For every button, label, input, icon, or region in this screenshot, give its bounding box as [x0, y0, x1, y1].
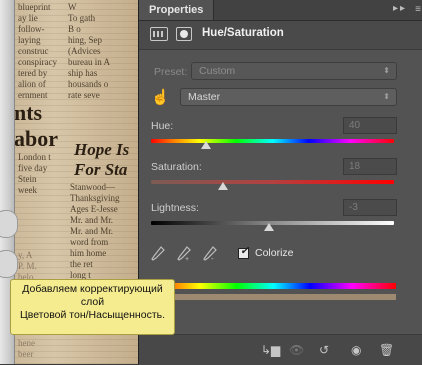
channel-value: Master	[188, 91, 221, 103]
preset-value: Custom	[199, 65, 236, 77]
saturation-input[interactable]: 18	[343, 158, 397, 175]
newspaper-text-column: Stanwood— Thanksgiving Ages E-Jesse Mr. …	[70, 182, 120, 291]
checkmark-icon: ✓	[240, 245, 250, 257]
newspaper-text-column: London t five day Stein week	[18, 152, 51, 195]
newspaper-text-column: blueprint ay lie follow- laying construc…	[18, 2, 57, 100]
preset-label: Preset:	[154, 66, 188, 78]
tab-properties[interactable]: Properties	[139, 0, 215, 20]
layer-mask-icon[interactable]	[176, 27, 192, 41]
eyedropper-plus-icon[interactable]: +	[177, 246, 191, 262]
canvas-edge-knob	[0, 210, 18, 238]
chevron-updown-icon: ⬍	[383, 92, 390, 101]
saturation-slider-thumb[interactable]	[218, 182, 228, 190]
adjustment-layer-icon	[150, 27, 168, 41]
panel-titlebar: Properties ▸▸ ≡	[139, 0, 422, 21]
hue-slider-track[interactable]	[151, 139, 394, 143]
canvas-edge-knob	[0, 250, 18, 278]
svg-text:+: +	[185, 256, 189, 262]
tooltip-line: Добавляем корректирующий	[22, 283, 163, 295]
channel-select[interactable]: Master ⬍	[180, 88, 397, 106]
newspaper-text-column: W To gath B o hing, Sep (Advices bureau …	[68, 2, 110, 100]
lightness-slider-thumb[interactable]	[264, 223, 274, 231]
trash-icon[interactable]: 🗑︎	[379, 343, 394, 357]
newspaper-headline: abor	[14, 126, 58, 151]
svg-text:-: -	[211, 254, 214, 262]
panel-footer: ↳▆ 👁︎ ↺ ◉ 🗑︎	[139, 334, 422, 365]
view-previous-state-icon[interactable]: 👁︎	[289, 343, 304, 357]
saturation-slider-track[interactable]	[151, 180, 394, 184]
eyedropper-minus-icon[interactable]: -	[203, 246, 217, 262]
colorize-label: Colorize	[255, 247, 294, 259]
saturation-label: Saturation:	[151, 161, 202, 173]
collapse-icon[interactable]: ▸▸	[393, 3, 407, 14]
tooltip-line: слой	[80, 296, 105, 308]
hue-slider-thumb[interactable]	[201, 141, 211, 149]
adjusted-spectrum-bar	[151, 294, 396, 300]
clip-to-layer-icon[interactable]: ↳▆	[261, 343, 280, 357]
newspaper-headline: nts	[14, 100, 43, 125]
hue-input[interactable]: 40	[343, 117, 397, 134]
panel-menu-icon[interactable]: ≡	[415, 4, 421, 15]
hue-spectrum-bar	[151, 283, 396, 289]
lightness-input[interactable]: -3	[343, 199, 397, 216]
adjustment-header: Hue/Saturation	[139, 21, 422, 50]
newspaper-headline: Hope Is	[74, 140, 130, 159]
visibility-eye-icon[interactable]: ◉	[351, 343, 361, 357]
properties-panel: Properties ▸▸ ≡ Hue/Saturation Preset: C…	[138, 0, 422, 365]
lightness-label: Lightness:	[151, 202, 199, 214]
adjustment-title: Hue/Saturation	[202, 27, 284, 39]
tutorial-tooltip: Добавляем корректирующий слой Цветовой т…	[10, 279, 175, 335]
tooltip-line: Цветовой тон/Насыщенность.	[19, 309, 166, 321]
reset-icon[interactable]: ↺	[319, 343, 329, 357]
eyedropper-icon[interactable]	[151, 246, 165, 262]
newspaper-headline: For Sta	[74, 160, 128, 179]
targeted-adjustment-hand-icon[interactable]: ☝	[151, 88, 170, 106]
chevron-updown-icon: ⬍	[383, 66, 390, 75]
hue-label: Hue:	[151, 120, 174, 132]
colorize-checkbox[interactable]: ✓	[238, 245, 250, 259]
preset-select[interactable]: Custom ⬍	[191, 62, 397, 80]
